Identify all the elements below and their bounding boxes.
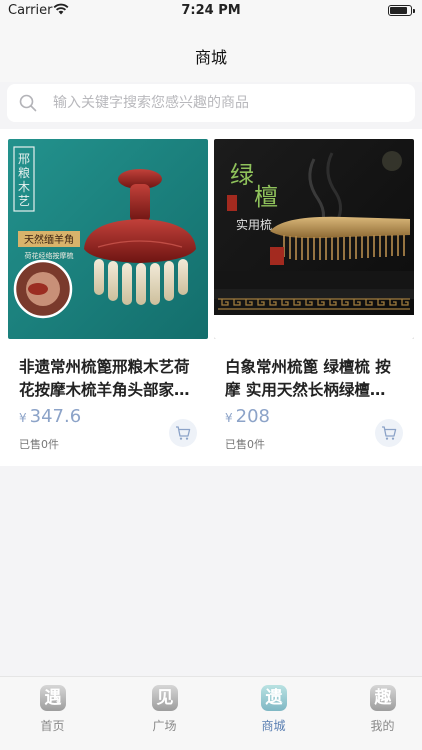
sold-count: 已售0件 xyxy=(225,438,265,451)
svg-text:粮: 粮 xyxy=(18,165,30,180)
price-value: 208 xyxy=(235,406,270,427)
tab-mall[interactable]: 遗 商城 xyxy=(221,677,326,750)
cart-icon xyxy=(382,426,397,440)
product-image[interactable]: 邢 粮 木 艺 天然缅羊角 荷花经络按摩梳 xyxy=(8,139,208,339)
currency-symbol: ¥ xyxy=(19,411,27,425)
image-title: 绿 xyxy=(230,161,254,189)
sold-count: 已售0件 xyxy=(19,438,59,451)
product-price: ¥347.6 xyxy=(19,406,81,427)
navigation-bar: 商城 xyxy=(0,22,422,82)
product-image[interactable]: 绿 檀 实用梳 xyxy=(214,139,414,339)
tab-square[interactable]: 见 广场 xyxy=(112,677,217,750)
search-input[interactable] xyxy=(53,84,403,122)
clock: 7:24 PM xyxy=(181,3,241,18)
search-bar[interactable] xyxy=(7,84,415,122)
svg-text:艺: 艺 xyxy=(18,194,30,208)
svg-text:荷花经络按摩梳: 荷花经络按摩梳 xyxy=(25,251,74,260)
product-name[interactable]: 非遗常州梳篦邢粮木艺荷花按摩木梳羊角头部家… xyxy=(19,356,197,402)
tab-bar: 遇 首页 见 广场 遗 商城 趣 我的 xyxy=(0,676,422,750)
cart-icon xyxy=(176,426,191,440)
tab-label: 广场 xyxy=(152,719,177,733)
search-icon xyxy=(19,94,37,112)
brand-char: 邢 xyxy=(18,152,30,166)
currency-symbol: ¥ xyxy=(225,411,233,425)
tab-label: 首页 xyxy=(40,719,65,733)
profile-icon: 趣 xyxy=(370,685,396,711)
tab-home[interactable]: 遇 首页 xyxy=(0,677,105,750)
product-card[interactable]: 绿 檀 实用梳 白象常州梳篦 绿檀梳 按摩 实用天然长柄绿檀… ¥ 208 已售… xyxy=(214,139,414,459)
svg-text:天然缅羊角: 天然缅羊角 xyxy=(24,233,74,246)
add-to-cart-button[interactable] xyxy=(375,419,403,447)
mall-icon: 遗 xyxy=(261,685,287,711)
page-title: 商城 xyxy=(194,48,227,67)
product-grid: 邢 粮 木 艺 天然缅羊角 荷花经络按摩梳 非遗常州梳篦邢粮木艺荷花按摩木梳羊角… xyxy=(0,129,422,466)
tab-mine[interactable]: 趣 我的 xyxy=(330,677,422,750)
status-bar: Carrier 7:24 PM xyxy=(0,0,422,22)
svg-text:实用梳: 实用梳 xyxy=(236,217,272,232)
svg-text:木: 木 xyxy=(18,180,30,194)
tab-label: 我的 xyxy=(370,719,395,733)
product-card[interactable]: 邢 粮 木 艺 天然缅羊角 荷花经络按摩梳 非遗常州梳篦邢粮木艺荷花按摩木梳羊角… xyxy=(8,139,208,459)
tab-label: 商城 xyxy=(261,719,286,733)
price-value: 347.6 xyxy=(29,406,82,427)
add-to-cart-button[interactable] xyxy=(169,419,197,447)
square-icon: 见 xyxy=(152,685,178,711)
battery-icon xyxy=(388,5,415,16)
product-name[interactable]: 白象常州梳篦 绿檀梳 按摩 实用天然长柄绿檀… xyxy=(225,356,403,402)
svg-text:檀: 檀 xyxy=(254,183,278,211)
product-price: ¥208 xyxy=(225,406,270,427)
home-icon: 遇 xyxy=(40,685,66,711)
